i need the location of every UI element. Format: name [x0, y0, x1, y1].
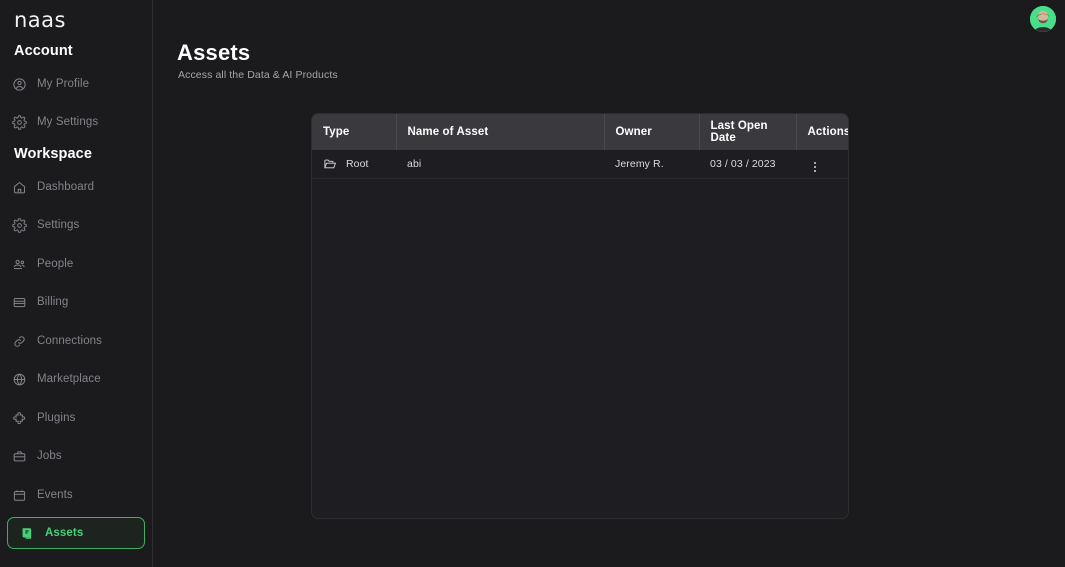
sidebar-item-label: Jobs: [37, 450, 62, 462]
table-header: Type Name of Asset Owner Last Open Date …: [312, 114, 849, 150]
avatar[interactable]: [1030, 6, 1056, 32]
cell-owner: Jeremy R.: [615, 157, 664, 170]
sidebar-item-label: Settings: [37, 219, 80, 231]
puzzle-icon: [12, 411, 27, 426]
gear-icon: [12, 114, 27, 130]
sidebar-item-events[interactable]: Events: [0, 482, 153, 508]
home-icon: [12, 180, 27, 195]
cell-type: Root: [312, 150, 396, 178]
dot: [814, 166, 816, 169]
row-type-label: Root: [346, 157, 369, 170]
sidebar-item-connections[interactable]: Connections: [0, 328, 153, 354]
avatar-image: [1030, 6, 1056, 32]
sidebar-section-account-title: Account: [14, 43, 73, 59]
sidebar-item-label: Connections: [37, 335, 103, 347]
table-header-row: Type Name of Asset Owner Last Open Date …: [312, 114, 849, 150]
sidebar-item-label: My Settings: [37, 116, 99, 128]
sidebar-section-workspace-title: Workspace: [14, 146, 93, 162]
link-icon: [12, 334, 27, 349]
sidebar-item-billing[interactable]: Billing: [0, 289, 153, 315]
sidebar-item-label: Billing: [37, 296, 69, 308]
sidebar-item-label: Marketplace: [37, 373, 101, 385]
sidebar-item-dashboard[interactable]: Dashboard: [0, 174, 153, 200]
page-subtitle: Access all the Data & AI Products: [178, 69, 338, 81]
cell-actions: [796, 150, 848, 178]
sidebar-item-label: Dashboard: [37, 181, 95, 193]
sidebar-item-people[interactable]: People: [0, 251, 153, 277]
sidebar-item-label: Events: [37, 489, 73, 501]
sidebar-item-my-profile[interactable]: My Profile: [0, 71, 153, 97]
document-icon: [20, 526, 35, 541]
sidebar-item-label: Plugins: [37, 412, 76, 424]
sidebar-item-marketplace[interactable]: Marketplace: [0, 366, 153, 392]
more-vertical-icon[interactable]: [807, 162, 816, 173]
people-icon: [12, 257, 27, 272]
column-header-actions[interactable]: Actions: [796, 114, 849, 150]
sidebar-item-settings[interactable]: Settings: [0, 212, 153, 238]
gear-icon: [12, 217, 27, 233]
folder-open-icon: [323, 157, 337, 171]
sidebar-item-my-settings[interactable]: My Settings: [0, 109, 153, 135]
app-root: naas Account My Profile My Settings Work…: [0, 0, 1065, 567]
main-content: Assets Access all the Data & AI Products…: [153, 0, 1065, 567]
assets-table-container: Type Name of Asset Owner Last Open Date …: [311, 113, 849, 519]
cell-date: 03 / 03 / 2023: [710, 157, 776, 170]
credit-card-icon: [12, 295, 27, 310]
assets-table: Type Name of Asset Owner Last Open Date …: [312, 114, 849, 179]
sidebar-item-label: People: [37, 258, 74, 270]
table-body: Root abi Jeremy R. 03 / 03 / 2023: [312, 150, 848, 178]
sidebar-item-jobs[interactable]: Jobs: [0, 443, 153, 469]
column-header-owner[interactable]: Owner: [604, 114, 700, 150]
column-header-date[interactable]: Last Open Date: [699, 114, 797, 150]
dot: [814, 162, 816, 165]
sidebar-item-label: My Profile: [37, 78, 90, 90]
cell-name: abi: [407, 157, 422, 170]
page-title: Assets: [177, 40, 251, 65]
column-header-name[interactable]: Name of Asset: [396, 114, 605, 150]
table-row[interactable]: Root abi Jeremy R. 03 / 03 / 2023: [312, 150, 848, 178]
dot: [814, 170, 816, 173]
sidebar-item-assets[interactable]: Assets: [7, 517, 145, 549]
sidebar: naas Account My Profile My Settings Work…: [0, 0, 153, 567]
user-circle-icon: [12, 77, 27, 92]
sidebar-item-label: Assets: [45, 527, 84, 539]
naas-logo[interactable]: naas: [14, 8, 66, 32]
type-cell-content: Root: [323, 157, 396, 171]
column-header-type[interactable]: Type: [312, 114, 397, 150]
sidebar-item-plugins[interactable]: Plugins: [0, 405, 153, 431]
globe-icon: [12, 372, 27, 387]
briefcase-icon: [12, 449, 27, 464]
calendar-icon: [12, 488, 27, 503]
